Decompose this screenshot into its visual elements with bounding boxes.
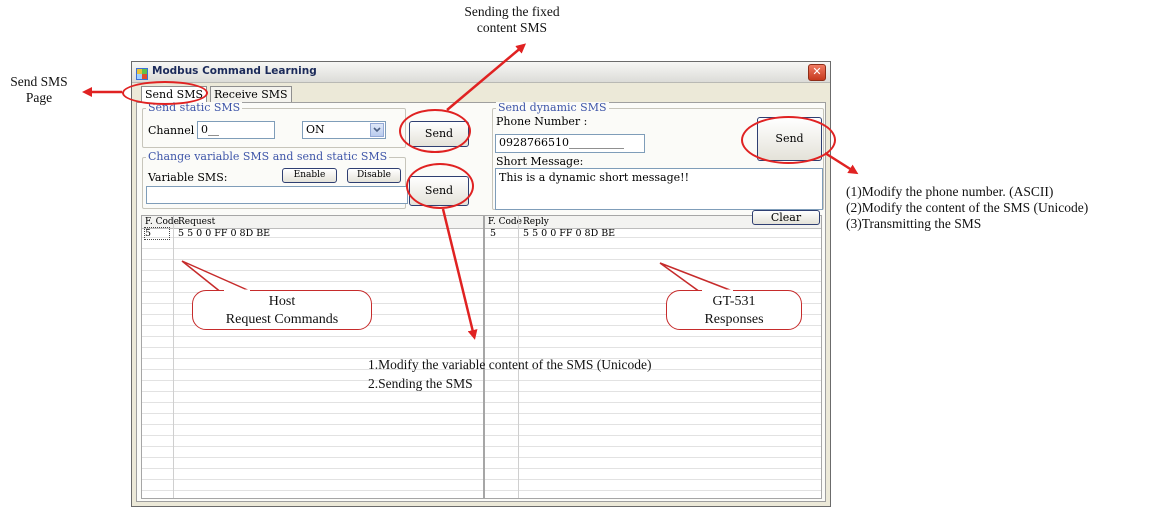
annotation-line: 2.Sending the SMS [368,376,473,391]
annotation-variable-steps: 1.Modify the variable content of the SMS… [368,355,808,393]
annotation-line: 1.Modify the variable content of the SMS… [368,357,652,372]
callout-tail-joins [224,289,733,293]
